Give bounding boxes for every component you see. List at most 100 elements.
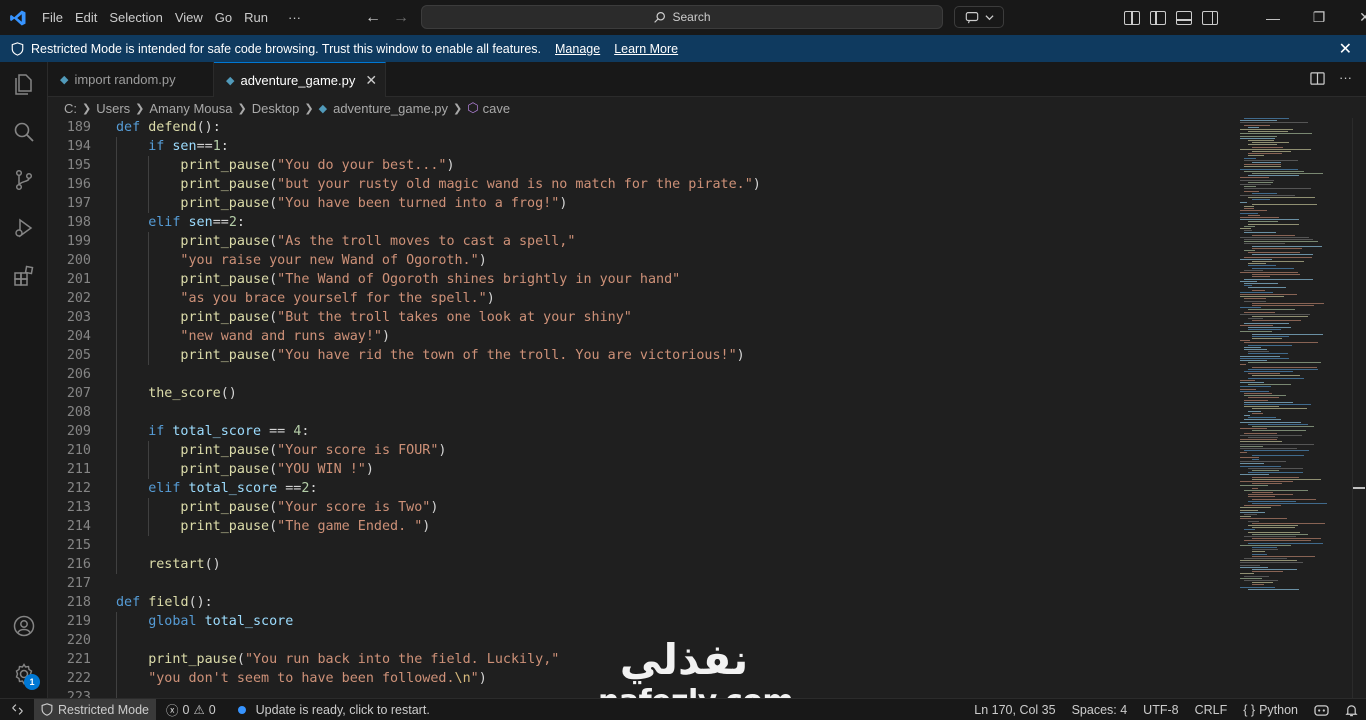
encoding[interactable]: UTF-8 [1135,703,1186,717]
code-line[interactable]: 210 print_pause("Your score is FOUR") [48,441,1234,460]
remote-indicator[interactable] [0,699,34,720]
code-token: "But the troll takes one look at your sh… [277,310,632,325]
breadcrumb-user[interactable]: Amany Mousa [149,101,232,116]
minimap-line [1244,239,1314,240]
code-token: : [220,139,229,154]
restore-icon[interactable]: ❐ [1296,0,1342,35]
menu-selection[interactable]: Selection [103,0,168,35]
indentation[interactable]: Spaces: 4 [1064,703,1136,717]
run-and-debug-icon[interactable] [10,214,38,242]
code-line[interactable]: 195 print_pause("You do your best...") [48,156,1234,175]
code-line[interactable]: 212 elif total_score ==2: [48,479,1234,498]
code-line[interactable]: 211 print_pause("YOU WIN !") [48,460,1234,479]
forward-arrow-icon[interactable]: → [392,9,410,27]
cursor-position[interactable]: Ln 170, Col 35 [966,703,1063,717]
vertical-scrollbar[interactable] [1352,118,1366,698]
restricted-mode-status[interactable]: Restricted Mode [34,698,157,720]
code-line[interactable]: 194 if sen==1: [48,137,1234,156]
line-number: 214 [66,519,91,534]
breadcrumb: C: ❯ Users ❯ Amany Mousa ❯ Desktop ❯ ◆ a… [48,97,1366,119]
command-center-search[interactable]: Search [421,5,943,29]
indent-guide [116,688,117,698]
menu-file[interactable]: File [36,0,69,35]
search-icon[interactable] [10,118,38,146]
menu-run[interactable]: Run [238,0,274,35]
code-line[interactable]: 215 [48,536,1234,555]
minimap-line [1244,489,1308,491]
line-number: 223 [66,690,91,698]
code-line[interactable]: 209 if total_score == 4: [48,422,1234,441]
code-editor[interactable]: 189 def defend(): 194 if sen==1: 195 print_pa… [48,118,1234,698]
copilot-button[interactable] [954,6,1004,28]
problems-status[interactable]: ⓧ 0 ⚠ 0 [160,700,222,719]
code-line[interactable]: 206 [48,365,1234,384]
menu-go[interactable]: Go [209,0,238,35]
minimap-line [1244,243,1285,245]
more-actions-icon[interactable]: ··· [1339,71,1352,86]
minimap-line [1244,395,1287,397]
source-control-icon[interactable] [10,166,38,194]
tab-import-random[interactable]: ◆ import random.py [48,62,214,97]
end-of-line[interactable]: CRLF [1187,703,1236,717]
code-line[interactable]: 217 [48,574,1234,593]
line-number: 200 [66,253,91,268]
code-line[interactable]: 208 [48,403,1234,422]
customize-layout-icon[interactable] [1124,10,1140,25]
learn-more-link[interactable]: Learn More [614,42,678,56]
code-line[interactable]: 213 print_pause("Your score is Two") [48,498,1234,517]
copilot-status-icon[interactable] [1306,704,1337,717]
close-window-icon[interactable]: ✕ [1342,0,1366,35]
minimap-line [1248,467,1304,469]
extensions-icon[interactable] [10,262,38,290]
split-editor-icon[interactable] [1310,71,1325,86]
code-line[interactable]: 200 "you raise your new Wand of Ogoroth."… [48,251,1234,270]
close-icon[interactable]: ✕ [1339,39,1352,59]
breadcrumb-desktop[interactable]: Desktop [252,101,300,116]
toggle-panel-icon[interactable] [1176,10,1192,25]
code-line[interactable]: 197 print_pause("You have been turned int… [48,194,1234,213]
notifications-icon[interactable] [1337,704,1366,717]
minimap-line [1252,335,1289,337]
code-line[interactable]: 218 def field(): [48,593,1234,612]
toggle-secondary-sidebar-icon[interactable] [1202,10,1218,25]
update-status[interactable]: Update is ready, click to restart. [232,703,436,717]
code-line[interactable]: 196 print_pause("but your rusty old magic… [48,175,1234,194]
code-line[interactable]: 214 print_pause("The game Ended. ") [48,517,1234,536]
breadcrumb-users[interactable]: Users [96,101,130,116]
toggle-primary-sidebar-icon[interactable] [1150,10,1166,25]
accounts-icon[interactable] [10,612,38,640]
menu-more[interactable]: ··· [282,0,307,35]
code-line[interactable]: 198 elif sen==2: [48,213,1234,232]
code-line[interactable]: 205 print_pause("You have rid the town of… [48,346,1234,365]
code-line[interactable]: 203 print_pause("But the troll takes one … [48,308,1234,327]
code-line[interactable]: 201 print_pause("The Wand of Ogoroth shin… [48,270,1234,289]
breadcrumb-drive[interactable]: C: [64,101,77,116]
minimap-line [1252,527,1296,529]
menu-edit[interactable]: Edit [69,0,103,35]
minimap-line [1252,261,1305,262]
minimap[interactable] [1234,118,1352,698]
breadcrumb-file[interactable]: adventure_game.py [333,101,448,116]
code-line[interactable]: 216 restart() [48,555,1234,574]
code-line[interactable]: 204 "new wand and runs away!") [48,327,1234,346]
back-arrow-icon[interactable]: ← [364,9,382,27]
code-line[interactable]: 199 print_pause("As the troll moves to ca… [48,232,1234,251]
tab-label: adventure_game.py [240,72,356,88]
code-line[interactable]: 207 the_score() [48,384,1234,403]
code-line[interactable]: 202 "as you brace yourself for the spell.… [48,289,1234,308]
manage-link[interactable]: Manage [555,42,600,56]
tab-adventure-game[interactable]: ◆ adventure_game.py ✕ [214,62,386,97]
menu-view[interactable]: View [169,0,209,35]
code-token: print_pause [180,462,270,477]
breadcrumb-symbol[interactable]: cave [483,101,510,116]
explorer-icon[interactable] [10,70,38,98]
language-mode[interactable]: { } Python [1235,703,1306,717]
code-line[interactable]: 189 def defend(): [48,118,1234,137]
close-tab-icon[interactable]: ✕ [365,72,377,89]
minimap-line [1240,280,1258,282]
minimize-icon[interactable]: — [1250,0,1296,35]
minimap-line [1244,157,1257,159]
minimap-line [1244,346,1261,348]
code-line[interactable]: 219 global total_score [48,612,1234,631]
code-token: ) [478,671,487,686]
